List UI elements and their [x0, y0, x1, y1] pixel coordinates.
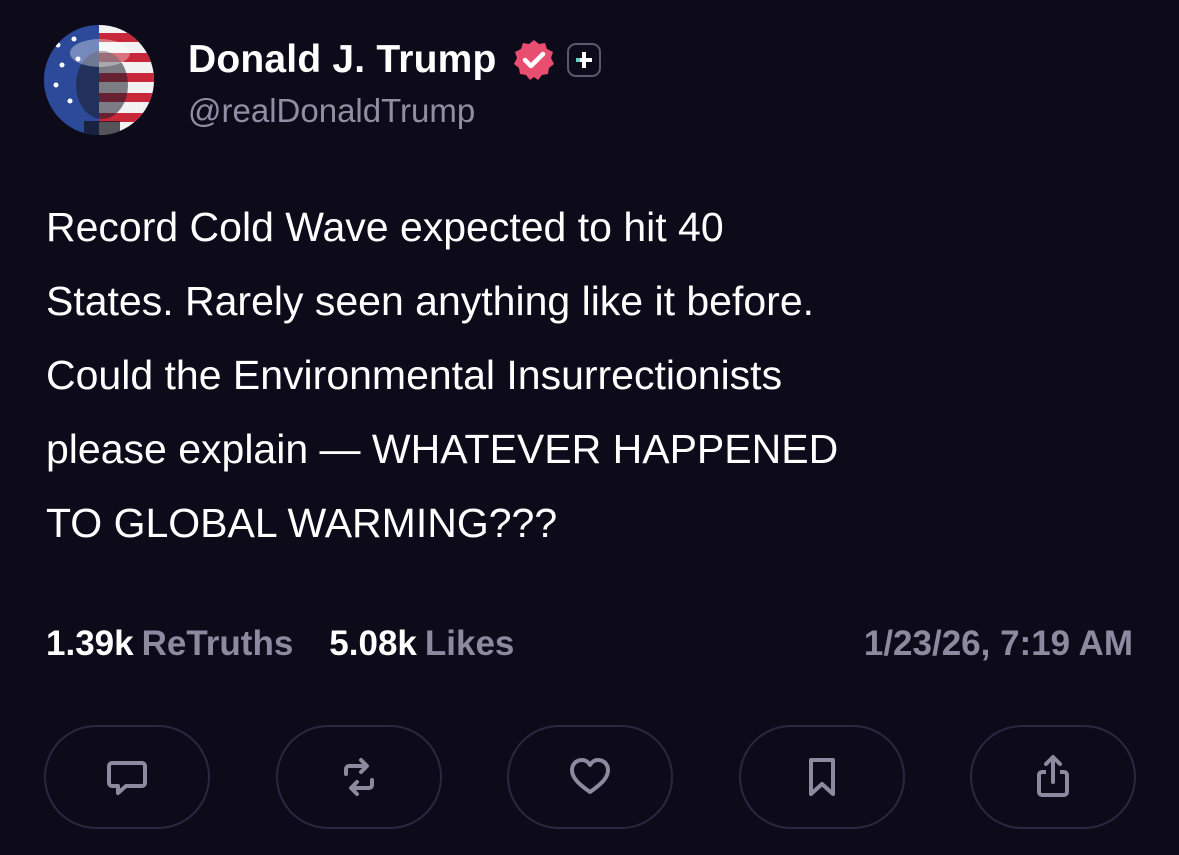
bookmark-icon: [808, 758, 835, 796]
like-icon: [570, 758, 610, 794]
post-stats: 1.39k ReTruths 5.08k Likes: [46, 618, 514, 670]
post-card: Donald J. Trump @realDonaldTrump Record …: [0, 0, 1179, 855]
share-icon: [1037, 755, 1069, 797]
reply-icon: [107, 761, 147, 795]
post-text: Record Cold Wave expected to hit 40 Stat…: [46, 204, 839, 546]
retruths-count[interactable]: 1.39k: [46, 624, 134, 664]
likes-label[interactable]: Likes: [425, 624, 515, 664]
verified-check-icon: [511, 37, 557, 83]
plus-icon[interactable]: [566, 43, 601, 77]
likes-count[interactable]: 5.08k: [329, 624, 417, 664]
share-button[interactable]: [970, 725, 1136, 829]
action-bar: [44, 725, 1136, 829]
display-name[interactable]: Donald J. Trump: [188, 38, 497, 82]
bookmark-button[interactable]: [738, 725, 905, 829]
retruths-label[interactable]: ReTruths: [142, 624, 294, 664]
avatar-image: [44, 25, 154, 135]
retruth-icon: [343, 758, 374, 796]
retruth-button[interactable]: [275, 725, 442, 829]
author-row: Donald J. Trump: [188, 34, 601, 86]
like-button[interactable]: [507, 725, 673, 829]
post-timestamp: 1/23/26, 7:19 AM: [863, 624, 1133, 663]
reply-button[interactable]: [44, 725, 210, 829]
avatar[interactable]: [44, 25, 154, 135]
author-handle[interactable]: @realDonaldTrump: [188, 92, 475, 130]
